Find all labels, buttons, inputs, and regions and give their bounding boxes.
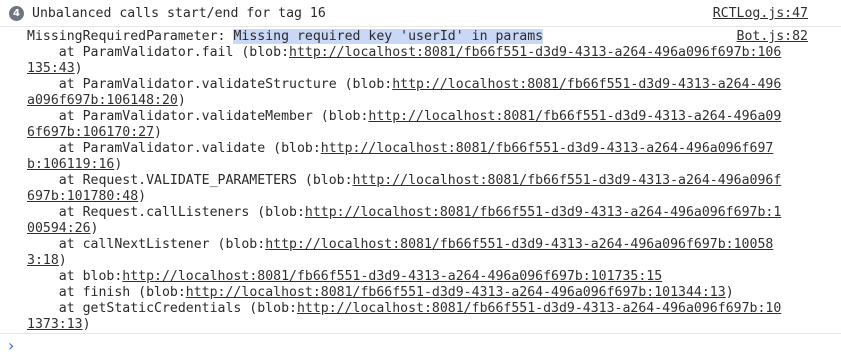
stack-frame-line: at getStaticCredentials (blob:http://loc… [27, 301, 817, 317]
frame-source-link[interactable]: http://localhost:8081/fb66f551-d3d9-4313… [186, 285, 726, 300]
console-message-row: 4 Unbalanced calls start/end for tag 16 … [0, 0, 841, 27]
stack-frame-line: 00594:26) [27, 221, 817, 237]
stack-frame-line: 6f697b:106170:27) [27, 125, 817, 141]
stack-frame-line: 3:18) [27, 253, 817, 269]
frame-source-link[interactable]: http://localhost:8081/fb66f551-d3d9-4313… [297, 301, 781, 316]
repeat-count-badge: 4 [9, 6, 24, 21]
chevron-right-icon: › [8, 336, 15, 355]
console-prompt[interactable]: › [0, 335, 841, 358]
warning-message-text: Unbalanced calls start/end for tag 16 [32, 6, 326, 21]
stack-frame-line: at blob:http://localhost:8081/fb66f551-d… [27, 269, 817, 285]
frame-text: at getStaticCredentials (blob: [27, 301, 297, 316]
stack-frame-line: at ParamValidator.validateStructure (blo… [27, 77, 817, 93]
frame-text: at Request.callListeners (blob: [27, 205, 305, 220]
stack-frame-line: at ParamValidator.validateMember (blob:h… [27, 109, 817, 125]
frame-text-suffix: ) [725, 285, 734, 300]
frame-text-suffix: ) [114, 157, 123, 172]
frame-text: at ParamValidator.fail (blob: [27, 45, 290, 60]
stack-frame-line: at ParamValidator.fail (blob:http://loca… [27, 45, 817, 61]
frame-source-link[interactable]: http://localhost:8081/fb66f551-d3d9-4313… [353, 173, 782, 188]
stack-frame-line: at callNextListener (blob:http://localho… [27, 237, 817, 253]
frame-source-link[interactable]: 3:18 [27, 253, 59, 268]
error-message-highlight[interactable]: Missing required key 'userId' in params [233, 29, 544, 44]
frame-text: at ParamValidator.validate (blob: [27, 141, 321, 156]
frame-source-link[interactable]: http://localhost:8081/fb66f551-d3d9-4313… [289, 45, 781, 60]
frame-text: at ParamValidator.validateMember (blob: [27, 109, 369, 124]
frame-source-link[interactable]: 00594:26 [27, 221, 91, 236]
error-header: MissingRequiredParameter: Missing requir… [27, 29, 544, 45]
stack-frame-line: 1373:13) [27, 317, 817, 333]
frame-text: at blob: [27, 269, 123, 284]
frame-source-link[interactable]: 697b:101780:48 [27, 189, 138, 204]
error-name: MissingRequiredParameter: [27, 29, 234, 44]
frame-source-link[interactable]: http://localhost:8081/fb66f551-d3d9-4313… [368, 109, 781, 124]
frame-source-link[interactable]: b:106119:16 [27, 157, 114, 172]
frame-source-link[interactable]: http://localhost:8081/fb66f551-d3d9-4313… [122, 269, 662, 284]
error-message-block: MissingRequiredParameter: Missing requir… [0, 27, 841, 334]
frame-text: at callNextListener (blob: [27, 237, 266, 252]
frame-source-link[interactable]: 1373:13 [27, 317, 83, 332]
frame-source-link[interactable]: http://localhost:8081/fb66f551-d3d9-4313… [392, 77, 781, 92]
frame-text-suffix: ) [82, 317, 91, 332]
frame-text: at Request.VALIDATE_PARAMETERS (blob: [27, 173, 353, 188]
frame-text-suffix: ) [74, 61, 83, 76]
frame-source-link[interactable]: 6f697b:106170:27 [27, 125, 154, 140]
frame-text-suffix: ) [177, 93, 186, 108]
stack-frame-line: a096f697b:106148:20) [27, 93, 817, 109]
stack-frame-line: at Request.VALIDATE_PARAMETERS (blob:htt… [27, 173, 817, 189]
frame-text: at ParamValidator.validateStructure (blo… [27, 77, 393, 92]
stack-frame-line: at ParamValidator.validate (blob:http://… [27, 141, 817, 157]
frame-source-link[interactable]: http://localhost:8081/fb66f551-d3d9-4313… [305, 205, 781, 220]
stack-frame-line: 135:43) [27, 61, 817, 77]
source-link-bot[interactable]: Bot.js:82 [737, 29, 808, 45]
stack-trace: at ParamValidator.fail (blob:http://loca… [27, 45, 817, 333]
frame-source-link[interactable]: a096f697b:106148:20 [27, 93, 178, 108]
frame-text-suffix: ) [138, 189, 147, 204]
stack-frame-line: at finish (blob:http://localhost:8081/fb… [27, 285, 817, 301]
frame-text-suffix: ) [154, 125, 162, 140]
frame-source-link[interactable]: 135:43 [27, 61, 75, 76]
frame-text-suffix: ) [90, 221, 99, 236]
frame-text-suffix: ) [58, 253, 67, 268]
stack-frame-line: 697b:101780:48) [27, 189, 817, 205]
frame-source-link[interactable]: http://localhost:8081/fb66f551-d3d9-4313… [265, 237, 773, 252]
frame-source-link[interactable]: http://localhost:8081/fb66f551-d3d9-4313… [321, 141, 774, 156]
frame-text: at finish (blob: [27, 285, 186, 300]
source-link-rctlog[interactable]: RCTLog.js:47 [713, 5, 808, 22]
stack-frame-line: at Request.callListeners (blob:http://lo… [27, 205, 817, 221]
stack-frame-line: b:106119:16) [27, 157, 817, 173]
